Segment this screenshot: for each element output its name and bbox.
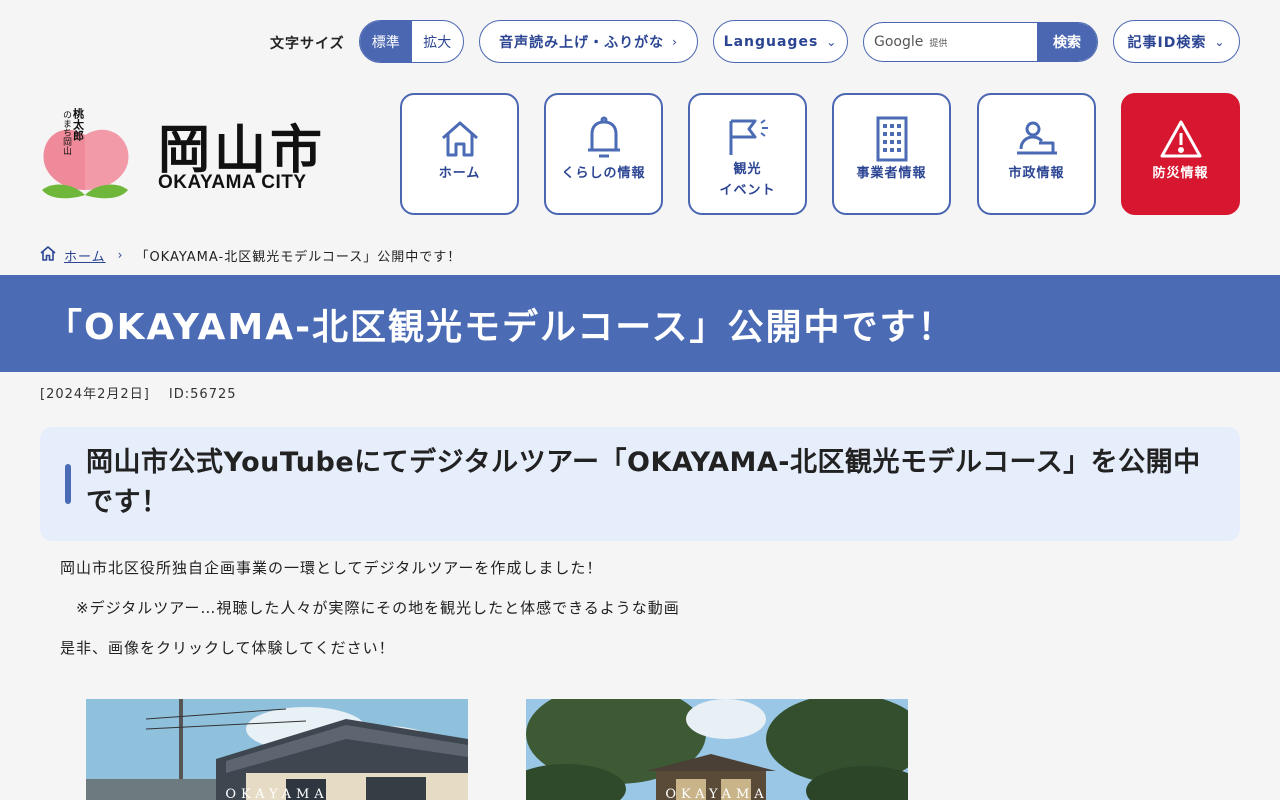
- nav-tourism[interactable]: 観光 イベント: [688, 93, 807, 215]
- nav-living[interactable]: くらしの情報: [544, 93, 663, 215]
- breadcrumb-home-link[interactable]: ホーム: [64, 246, 106, 265]
- body-paragraph: ※デジタルツアー…視聴した人々が実際にその地を観光したと体感できるような動画: [60, 599, 680, 617]
- read-aloud-button[interactable]: 音声読み上げ・ふりがな ›: [479, 20, 698, 63]
- search-input[interactable]: Google 提供: [864, 23, 1037, 61]
- page-title-band: 「OKAYAMA-北区観光モデルコース」公開中です！: [0, 275, 1280, 372]
- nav-city-admin-label: 市政情報: [1008, 166, 1065, 181]
- search-provided-label: 提供: [929, 38, 948, 49]
- font-size-standard-button[interactable]: 標準: [360, 21, 412, 62]
- thumbnail-caption: OKAYAMA: [665, 787, 769, 800]
- body-paragraph: 是非、画像をクリックして体験してください！: [60, 639, 395, 657]
- building-icon: [875, 115, 909, 163]
- nav-disaster-label: 防災情報: [1152, 166, 1209, 181]
- heading-accent-bar: [65, 464, 71, 504]
- video-thumbnail-2[interactable]: OKAYAMA: [526, 699, 908, 800]
- nav-living-label: くらしの情報: [561, 166, 646, 181]
- nav-home[interactable]: ホーム: [400, 93, 519, 215]
- font-size-large-button[interactable]: 拡大: [412, 21, 464, 62]
- search-button[interactable]: 検索: [1037, 23, 1097, 61]
- nav-home-label: ホーム: [438, 166, 481, 181]
- article-date: [2024年2月2日]: [40, 387, 150, 402]
- chevron-down-icon: ⌄: [826, 34, 838, 49]
- font-size-toggle: 標準 拡大: [359, 20, 464, 63]
- article-id-search-button[interactable]: 記事ID検索 ⌄: [1113, 20, 1240, 63]
- thumbnail-image: [526, 699, 908, 800]
- flag-icon: [725, 115, 771, 159]
- chevron-down-icon: ⌄: [1214, 34, 1226, 49]
- bell-icon: [584, 115, 624, 163]
- video-thumbnail-1[interactable]: OKAYAMA: [86, 699, 468, 800]
- breadcrumb: ホーム › 「OKAYAMA-北区観光モデルコース」公開中です！: [40, 245, 461, 265]
- chevron-right-icon: ›: [672, 34, 678, 49]
- nav-tourism-label: 観光 イベント: [719, 162, 776, 198]
- article-body: 岡山市北区役所独自企画事業の一環としてデジタルツアーを作成しました！ ※デジタル…: [60, 558, 680, 678]
- utility-bar: 文字サイズ 標準 拡大 音声読み上げ・ふりがな › Languages ⌄ Go…: [0, 20, 1280, 63]
- section-heading-box: 岡山市公式YouTubeにてデジタルツアー「OKAYAMA-北区観光モデルコース…: [40, 427, 1240, 541]
- site-search: Google 提供 検索: [863, 22, 1098, 62]
- thumbnail-image: [86, 699, 468, 800]
- google-logo: Google: [874, 34, 924, 50]
- nav-city-admin[interactable]: 市政情報: [977, 93, 1096, 215]
- home-icon: [440, 115, 480, 163]
- article-id: ID:56725: [168, 387, 237, 402]
- podium-icon: [1015, 115, 1059, 163]
- section-heading: 岡山市公式YouTubeにてデジタルツアー「OKAYAMA-北区観光モデルコース…: [86, 447, 1201, 518]
- page-title: 「OKAYAMA-北区観光モデルコース」公開中です！: [46, 306, 956, 348]
- languages-button[interactable]: Languages ⌄: [713, 20, 848, 63]
- main-nav: ホーム くらしの情報 観光 イベント 事業者情報 市政情報 防災情報: [0, 93, 1280, 215]
- nav-business[interactable]: 事業者情報: [832, 93, 951, 215]
- read-aloud-label: 音声読み上げ・ふりがな: [499, 34, 665, 51]
- body-paragraph: 岡山市北区役所独自企画事業の一環としてデジタルツアーを作成しました！: [60, 559, 603, 577]
- nav-disaster[interactable]: 防災情報: [1121, 93, 1240, 215]
- breadcrumb-current: 「OKAYAMA-北区観光モデルコース」公開中です！: [135, 249, 462, 265]
- home-icon: [40, 245, 56, 265]
- article-meta: [2024年2月2日] ID:56725: [40, 383, 237, 402]
- font-size-label: 文字サイズ: [270, 36, 345, 52]
- article-id-search-label: 記事ID検索: [1127, 34, 1207, 51]
- nav-business-label: 事業者情報: [856, 166, 927, 181]
- warning-icon: [1159, 115, 1203, 163]
- chevron-right-icon: ›: [117, 248, 124, 262]
- languages-label: Languages: [723, 33, 819, 50]
- thumbnail-caption: OKAYAMA: [225, 787, 329, 800]
